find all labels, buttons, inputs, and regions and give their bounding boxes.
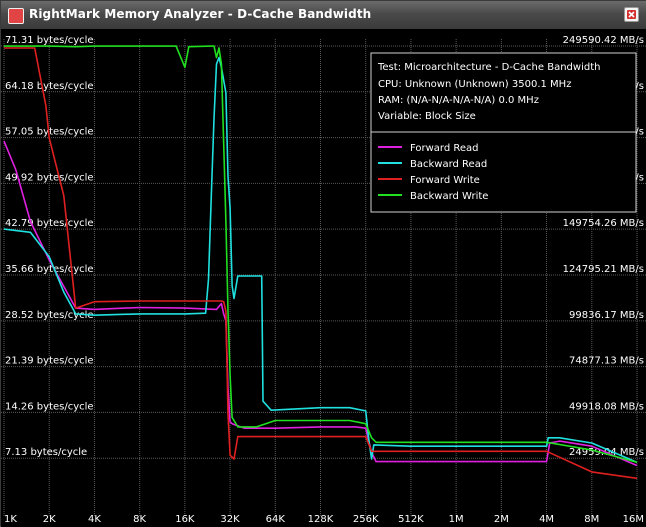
y-tick-left-label: 28.52 bytes/cycle xyxy=(5,310,94,321)
y-tick-right-label: 74877.13 MB/s xyxy=(569,356,644,367)
info-ram: RAM: (N/A-N/A-N/A-N/A) 0.0 MHz xyxy=(378,95,539,106)
x-tick-label: 1M xyxy=(449,514,464,525)
x-tick-label: 8M xyxy=(584,514,599,525)
x-tick-label: 2K xyxy=(43,514,56,525)
y-tick-left-label: 14.26 bytes/cycle xyxy=(5,401,94,412)
info-legend-box: Test: Microarchitecture - D-Cache Bandwi… xyxy=(370,52,637,213)
y-tick-left-label: 71.31 bytes/cycle xyxy=(5,35,94,46)
app-icon xyxy=(8,8,24,24)
x-tick-label: 64K xyxy=(266,514,286,525)
chart-area: 71.31 bytes/cycle64.18 bytes/cycle57.05 … xyxy=(1,29,646,527)
y-tick-left-label: 42.79 bytes/cycle xyxy=(5,218,94,229)
x-tick-label: 2M xyxy=(494,514,509,525)
legend-label-forward-read: Forward Read xyxy=(410,143,479,154)
y-tick-right-label: 49918.08 MB/s xyxy=(569,401,644,412)
x-tick-label: 16M xyxy=(623,514,644,525)
x-tick-label: 4K xyxy=(88,514,101,525)
close-icon xyxy=(627,10,636,19)
window-title: RightMark Memory Analyzer - D-Cache Band… xyxy=(29,7,372,21)
y-tick-left-label: 35.66 bytes/cycle xyxy=(5,264,94,275)
info-variable: Variable: Block Size xyxy=(378,111,476,122)
x-tick-label: 16K xyxy=(175,514,195,525)
legend-label-backward-read: Backward Read xyxy=(410,159,487,170)
info-cpu: CPU: Unknown (Unknown) 3500.1 MHz xyxy=(378,79,571,90)
y-tick-left-label: 64.18 bytes/cycle xyxy=(5,81,94,92)
x-tick-label: 256K xyxy=(353,514,379,525)
x-tick-label: 1K xyxy=(4,514,17,525)
info-test: Test: Microarchitecture - D-Cache Bandwi… xyxy=(377,62,600,73)
x-tick-label: 128K xyxy=(308,514,334,525)
x-tick-label: 32K xyxy=(220,514,240,525)
y-tick-left-label: 21.39 bytes/cycle xyxy=(5,356,94,367)
title-bar[interactable]: RightMark Memory Analyzer - D-Cache Band… xyxy=(1,1,646,30)
legend-label-backward-write: Backward Write xyxy=(410,191,488,202)
x-tick-label: 4M xyxy=(539,514,554,525)
y-tick-right-label: 149754.26 MB/s xyxy=(563,218,644,229)
x-tick-label: 8K xyxy=(133,514,146,525)
y-tick-right-label: 99836.17 MB/s xyxy=(569,310,644,321)
legend-label-forward-write: Forward Write xyxy=(410,175,480,186)
close-button[interactable] xyxy=(624,7,639,22)
y-tick-right-label: 249590.42 MB/s xyxy=(563,35,644,46)
x-axis-labels: 1K 2K 4K 8K 16K 32K 64K 128K 256K 512K 1M 2M 4M 8M 16M xyxy=(4,514,644,525)
app-window: RightMark Memory Analyzer - D-Cache Band… xyxy=(0,0,646,527)
y-tick-left-label: 7.13 bytes/cycle xyxy=(5,447,87,458)
x-tick-label: 512K xyxy=(398,514,424,525)
y-tick-right-label: 124795.21 MB/s xyxy=(563,264,644,275)
